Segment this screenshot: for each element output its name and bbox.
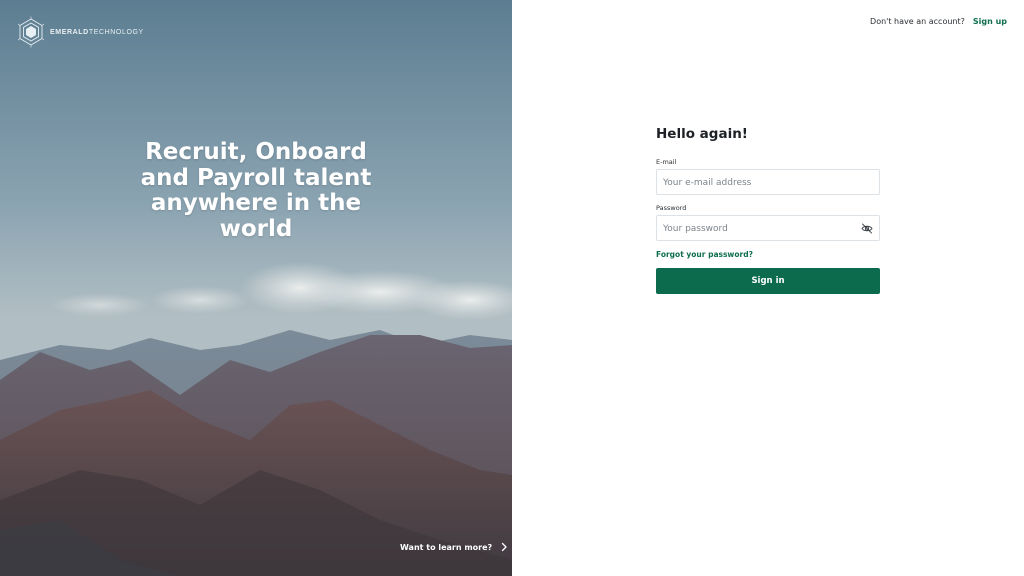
signup-link[interactable]: Sign up xyxy=(973,17,1007,26)
hero-panel: EMERALDTECHNOLOGY Recruit, Onboard and P… xyxy=(0,0,512,576)
learn-more-link[interactable]: Want to learn more? xyxy=(400,542,508,552)
brand-logo[interactable]: EMERALDTECHNOLOGY xyxy=(16,16,144,48)
brand-name: EMERALDTECHNOLOGY xyxy=(50,29,144,36)
forgot-password-link[interactable]: Forgot your password? xyxy=(656,250,880,259)
signup-prompt-text: Don't have an account? xyxy=(870,17,965,26)
sign-in-button[interactable]: Sign in xyxy=(656,268,880,294)
email-label: E-mail xyxy=(656,158,677,166)
email-field-wrapper xyxy=(656,169,880,195)
learn-more-label: Want to learn more? xyxy=(400,542,493,552)
brand-name-strong: EMERALD xyxy=(50,28,89,36)
hero-headline: Recruit, Onboard and Payroll talent anyw… xyxy=(140,139,372,242)
chevron-right-icon xyxy=(502,542,507,552)
eye-off-icon[interactable] xyxy=(861,223,873,234)
password-field-wrapper xyxy=(656,215,880,241)
password-label: Password xyxy=(656,204,687,212)
brand-name-light: TECHNOLOGY xyxy=(88,28,144,36)
login-form: Hello again! E-mail Password Forgot your… xyxy=(656,126,880,294)
email-field[interactable] xyxy=(657,171,879,195)
hexagon-logo-icon xyxy=(17,16,45,48)
signup-prompt: Don't have an account? Sign up xyxy=(870,17,1007,26)
password-field[interactable] xyxy=(657,217,879,241)
login-panel: Don't have an account? Sign up Hello aga… xyxy=(512,0,1024,576)
login-page: EMERALDTECHNOLOGY Recruit, Onboard and P… xyxy=(0,0,1024,576)
form-title: Hello again! xyxy=(656,126,748,142)
mountain-landscape-image xyxy=(0,0,512,576)
